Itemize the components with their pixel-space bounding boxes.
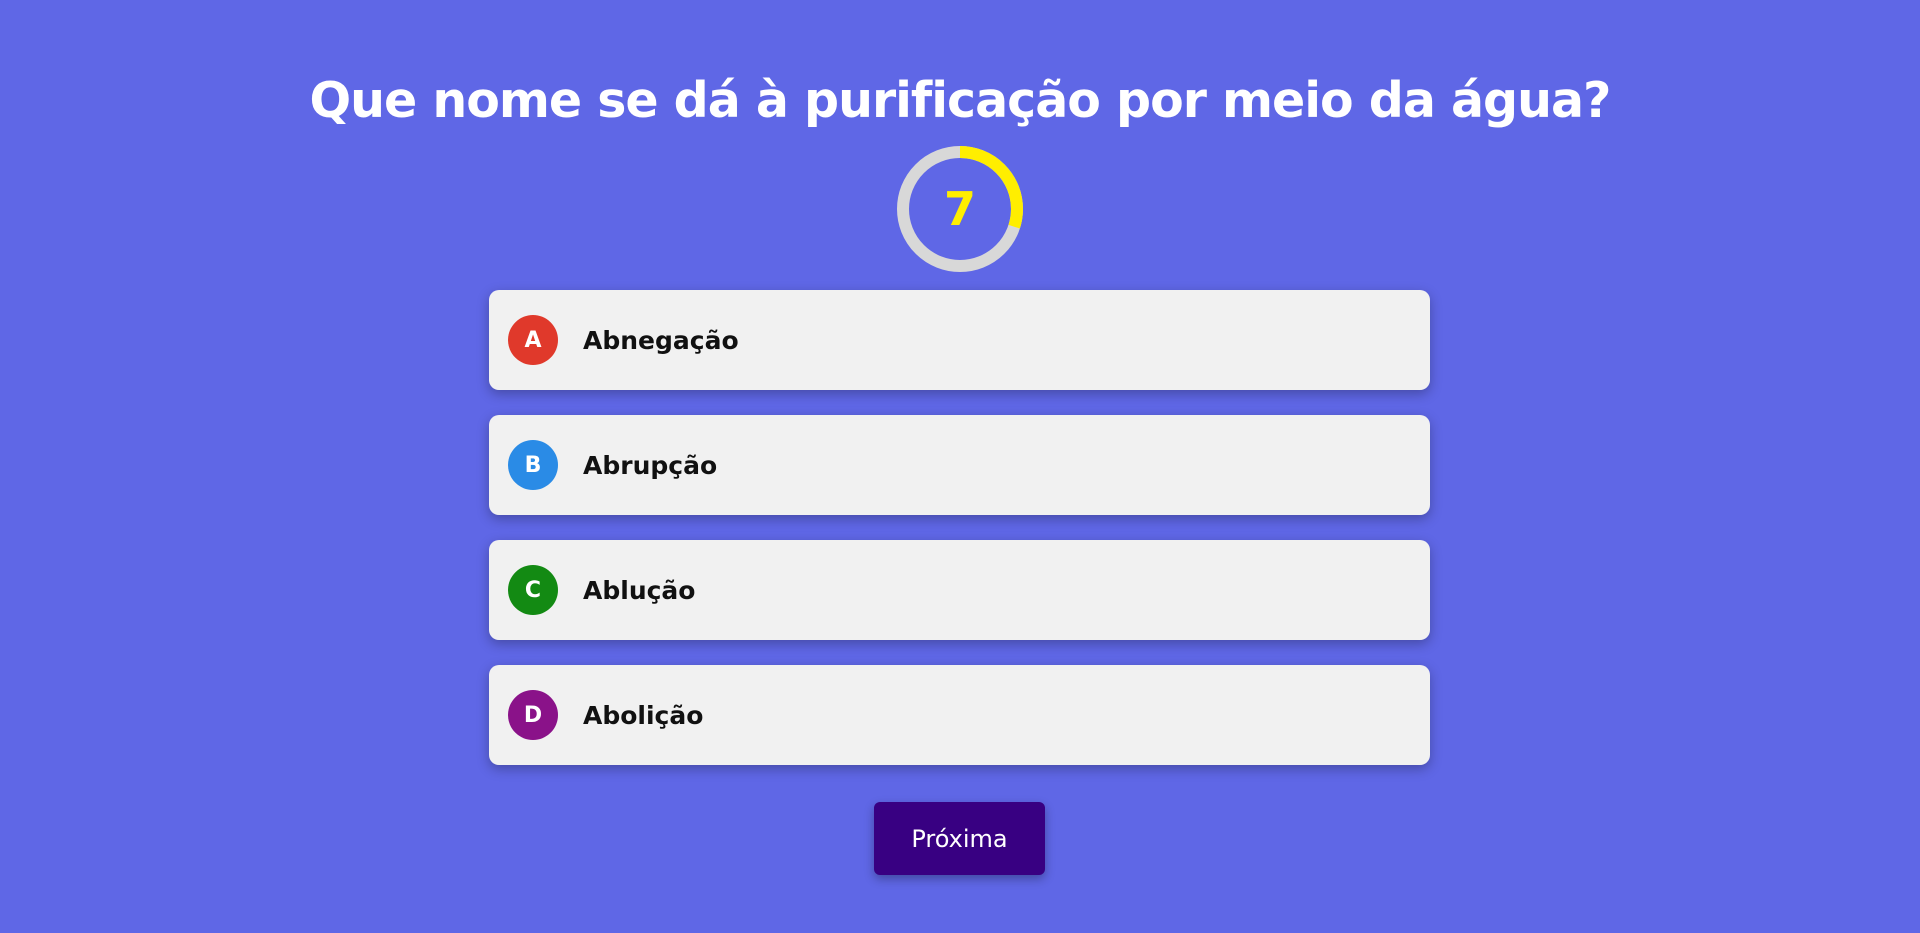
option-d-text: Abolição <box>583 700 704 730</box>
option-c-badge: C <box>508 565 558 615</box>
option-a-badge: A <box>508 315 558 365</box>
option-b-badge: B <box>508 440 558 490</box>
option-a-text: Abnegação <box>583 325 739 355</box>
option-c-text: Ablução <box>583 575 696 605</box>
option-c[interactable]: C Ablução <box>489 540 1430 640</box>
timer-value: 7 <box>943 182 976 236</box>
option-a[interactable]: A Abnegação <box>489 290 1430 390</box>
option-b-text: Abrupção <box>583 450 718 480</box>
answer-options: A Abnegação B Abrupção C Ablução D Aboli… <box>489 290 1430 790</box>
countdown-timer: 7 <box>896 145 1024 273</box>
option-d-badge: D <box>508 690 558 740</box>
option-b[interactable]: B Abrupção <box>489 415 1430 515</box>
option-d[interactable]: D Abolição <box>489 665 1430 765</box>
next-button[interactable]: Próxima <box>874 802 1045 875</box>
question-title: Que nome se dá à purificação por meio da… <box>309 72 1612 129</box>
